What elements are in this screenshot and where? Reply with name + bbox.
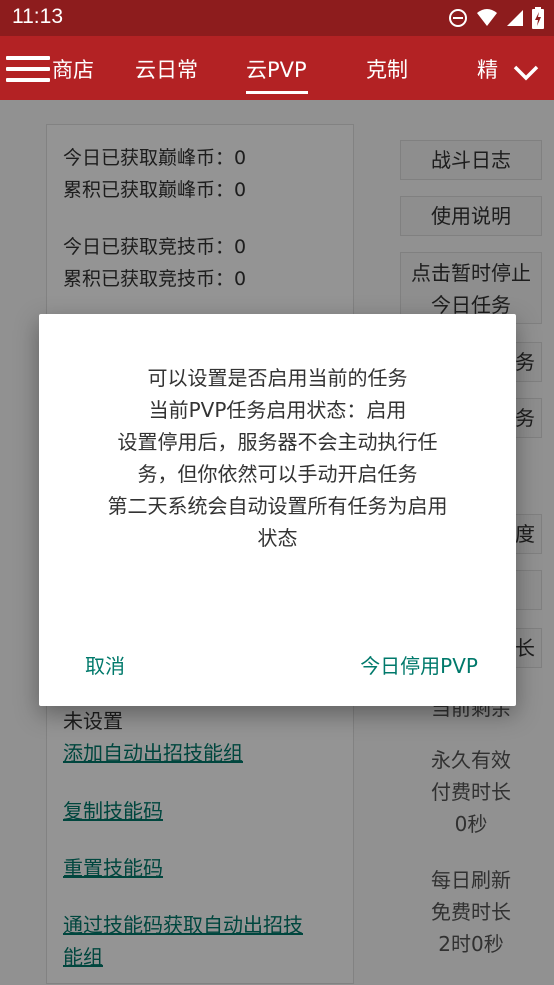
dialog-message: 可以设置是否启用当前的任务 当前PVP任务启用状态：启用 设置停用后，服务器不会… <box>79 362 476 554</box>
dialog-line-2: 当前PVP任务启用状态：启用 <box>148 398 407 422</box>
disable-pvp-today-button[interactable]: 今日停用PVP <box>360 650 478 679</box>
header-scrim <box>0 0 554 100</box>
cancel-button[interactable]: 取消 <box>85 650 125 679</box>
dialog-line-1: 可以设置是否启用当前的任务 <box>147 366 408 390</box>
task-enable-dialog: 可以设置是否启用当前的任务 当前PVP任务启用状态：启用 设置停用后，服务器不会… <box>39 314 516 706</box>
dialog-line-3: 设置停用后，服务器不会主动执行任 <box>117 430 438 454</box>
dialog-line-6: 状态 <box>257 526 298 550</box>
dialog-line-5: 第二天系统会自动设置所有任务为启用 <box>107 494 448 518</box>
dialog-line-4: 务，但你依然可以手动开启任务 <box>137 462 418 486</box>
